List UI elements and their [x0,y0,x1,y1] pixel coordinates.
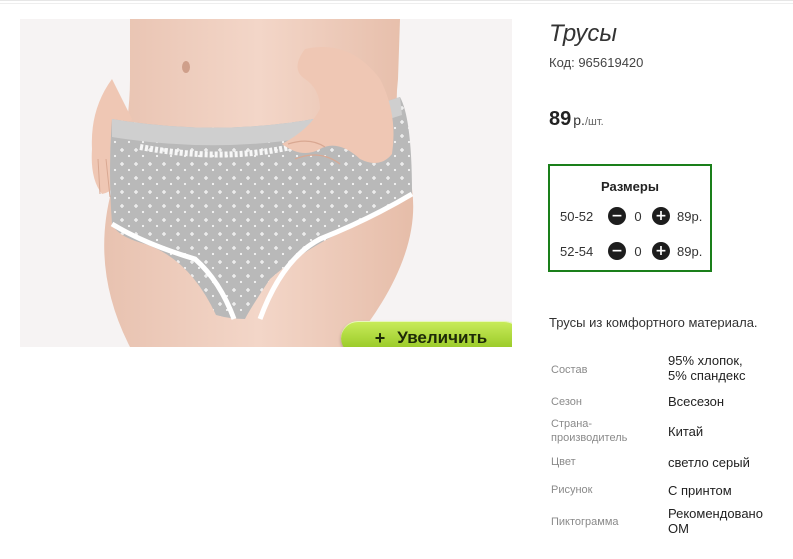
zoom-button-label: Увеличить [397,328,488,347]
property-value: С принтом [668,483,732,498]
property-key: Состав [551,364,588,376]
property-key: Цвет [551,456,576,468]
size-label: 52-54 [560,244,594,259]
zoom-button[interactable]: + Увеличить [341,321,512,347]
product-photo-illustration [91,19,414,347]
sizes-box: Размеры 50-52 − 0 + 89р. 52-54 − 0 + 89р… [548,164,712,272]
plus-icon: + [374,327,386,348]
price-unit: /шт. [584,116,604,128]
size-price: 89р. [677,244,703,259]
property-key: Пиктограмма [551,516,619,528]
decrease-quantity-button[interactable]: − [608,207,626,225]
size-row: 52-54 − 0 + 89р. [550,241,710,261]
product-code: Код: 965619420 [549,55,644,70]
size-quantity: 0 [634,244,642,259]
product-description: Трусы из комфортного материала. [549,315,758,330]
size-price: 89р. [677,209,703,224]
increase-quantity-button[interactable]: + [652,242,670,260]
top-divider-secondary [0,3,793,4]
size-quantity: 0 [634,209,642,224]
minus-icon: − [611,208,623,224]
increase-quantity-button[interactable]: + [652,207,670,225]
property-value: Всесезон [668,394,725,409]
property-key: Сезон [551,396,582,408]
property-value: светло серый [668,455,750,470]
property-value: 95% хлопок, 5% спандекс [668,353,746,383]
size-label: 50-52 [560,209,594,224]
property-value: Рекомендовано ОМ [668,506,763,536]
property-value: Китай [668,424,704,439]
decrease-quantity-button[interactable]: − [608,242,626,260]
sizes-header: Размеры [601,179,659,194]
property-key: Рисунок [551,484,593,496]
top-divider [0,0,793,1]
product-image[interactable]: + Увеличить [20,19,512,347]
price-value: 89 [549,108,572,130]
property-key: Страна- производитель [551,418,628,444]
plus-icon: + [655,208,667,224]
product-title: Трусы [549,20,618,47]
plus-icon: + [655,243,667,259]
product-price: 89 р./шт. [549,108,604,131]
price-currency: р. [573,112,585,128]
size-row: 50-52 − 0 + 89р. [550,206,710,226]
minus-icon: − [611,243,623,259]
